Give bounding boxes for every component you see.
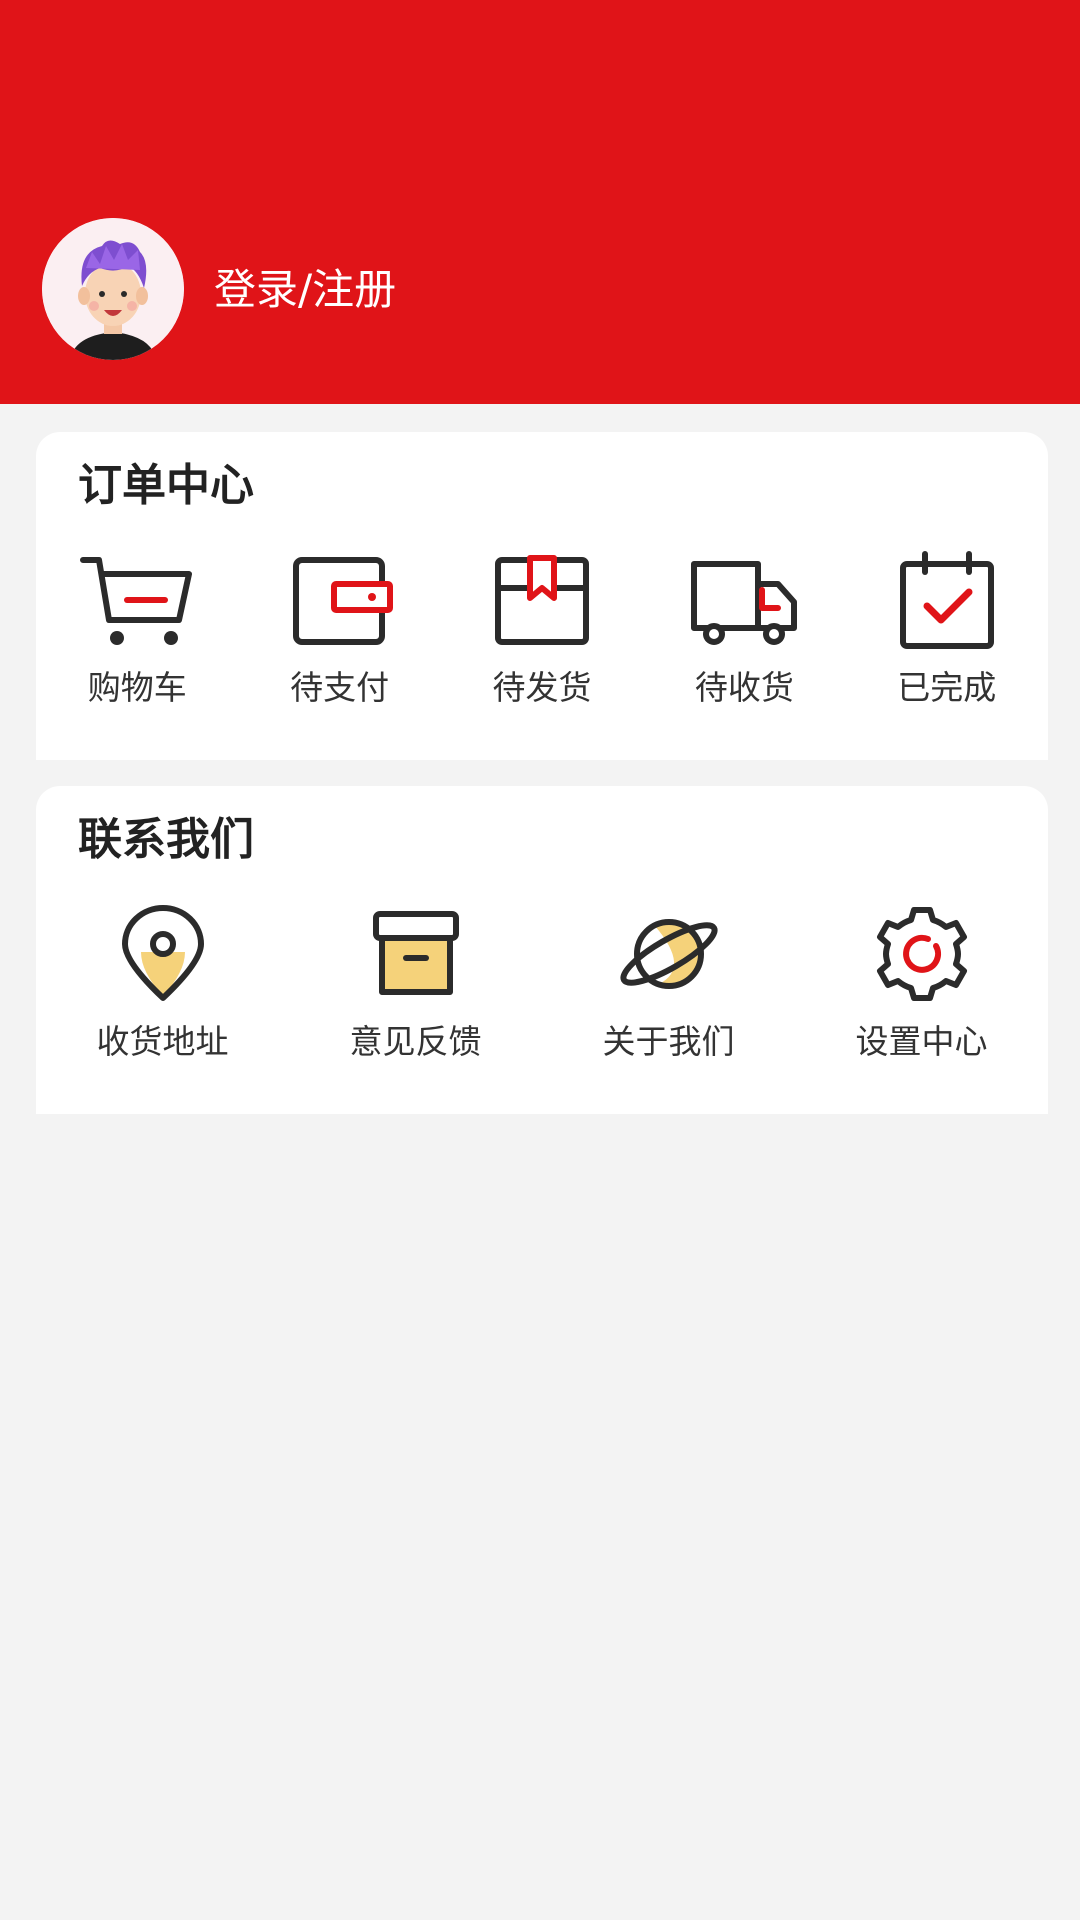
archive-box-icon [356, 904, 476, 1004]
order-item-label: 待发货 [492, 668, 592, 707]
shopping-cart-icon [77, 550, 197, 650]
order-item-to-receive[interactable]: 待收货 [643, 550, 845, 710]
contact-item-label: 关于我们 [602, 1022, 735, 1061]
contact-item-about[interactable]: 关于我们 [542, 904, 795, 1064]
wallet-icon [280, 550, 400, 650]
contact-item-address[interactable]: 收货地址 [36, 904, 289, 1064]
profile-header: 登录/注册 [0, 0, 1080, 404]
avatar-illustration [42, 218, 184, 360]
order-item-label: 待支付 [290, 668, 390, 707]
order-icon-row: 购物车 待支付 待发货 待收货 已完成 [36, 550, 1048, 710]
contact-card: 联系我们 收货地址 意见反馈 关于我们 设置中心 [36, 786, 1048, 1114]
avatar[interactable] [42, 218, 184, 360]
delivery-truck-icon [684, 550, 804, 650]
contact-item-label: 收货地址 [96, 1022, 229, 1061]
order-item-label: 购物车 [87, 668, 187, 707]
contact-item-settings[interactable]: 设置中心 [795, 904, 1048, 1064]
contact-item-label: 意见反馈 [349, 1022, 482, 1061]
order-item-completed[interactable]: 已完成 [846, 550, 1048, 710]
contact-title: 联系我们 [78, 814, 254, 865]
order-center-card: 订单中心 购物车 待支付 待发货 待收货 已完成 [36, 432, 1048, 760]
order-item-cart[interactable]: 购物车 [36, 550, 238, 710]
order-center-title: 订单中心 [78, 460, 254, 511]
planet-icon [609, 904, 729, 1004]
order-item-unpaid[interactable]: 待支付 [238, 550, 440, 710]
contact-item-label: 设置中心 [855, 1022, 988, 1061]
order-item-label: 已完成 [897, 668, 997, 707]
location-pin-icon [103, 904, 223, 1004]
contact-item-feedback[interactable]: 意见反馈 [289, 904, 542, 1064]
order-item-label: 待收货 [694, 668, 794, 707]
gear-icon [862, 904, 982, 1004]
order-item-to-ship[interactable]: 待发货 [441, 550, 643, 710]
login-register-link[interactable]: 登录/注册 [214, 262, 396, 318]
calendar-check-icon [887, 550, 1007, 650]
contact-icon-row: 收货地址 意见反馈 关于我们 设置中心 [36, 904, 1048, 1064]
package-box-icon [482, 550, 602, 650]
